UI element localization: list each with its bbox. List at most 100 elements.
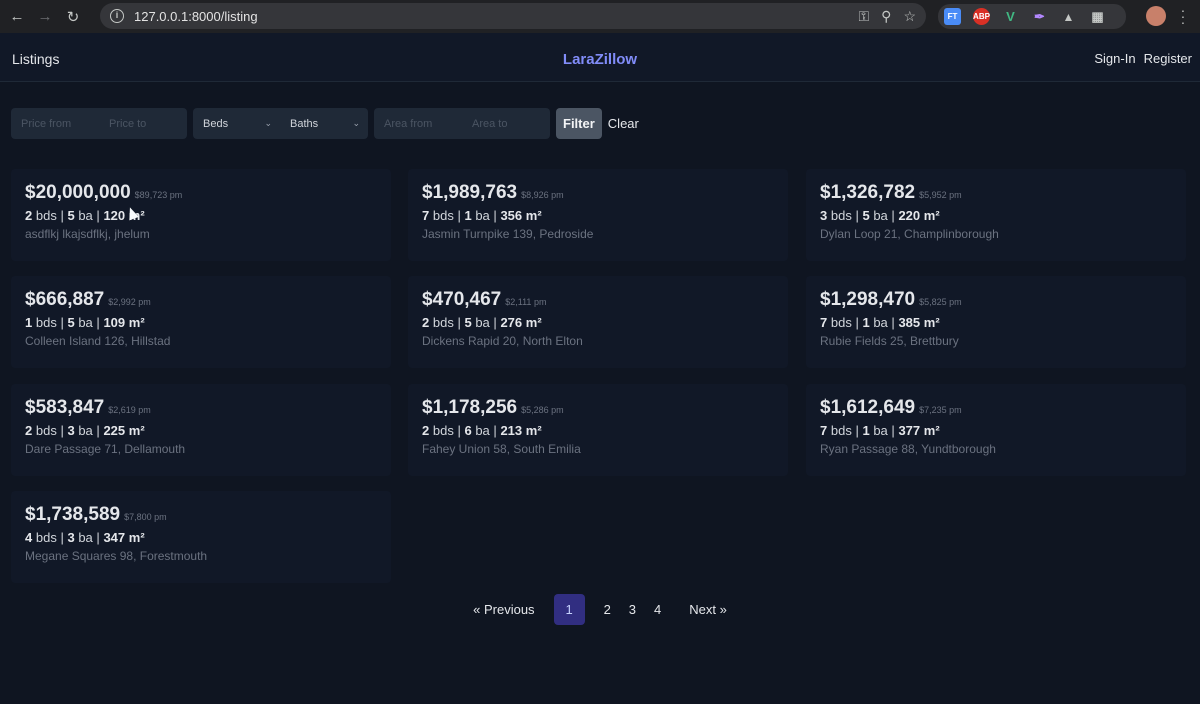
listing-address: Dickens Rapid 20, North Elton [422, 334, 583, 348]
listing-beds: 2 [25, 423, 33, 438]
listing-area: 377 [898, 423, 921, 438]
listing-baths: 5 [862, 208, 870, 223]
password-key-icon[interactable]: ⚿ [859, 8, 870, 25]
listing-card[interactable]: $1,612,649 $7,235 pm 7 bds | 1 ba | 377 m²… [806, 384, 1186, 476]
url-text[interactable]: 127.0.0.1:8000/listing [134, 9, 258, 24]
brand-logo[interactable]: LaraZillow [0, 51, 1200, 68]
baths-label: ba [873, 423, 888, 438]
listing-specs: 2 bds | 6 ba | 213 m² [422, 423, 774, 438]
tree-extension-icon[interactable]: ▲ [1060, 8, 1077, 25]
previous-page-link[interactable]: « Previous [464, 594, 543, 625]
area-unit: m² [525, 208, 542, 223]
listing-card[interactable]: $1,326,782 $5,952 pm 3 bds | 5 ba | 220 m²… [806, 169, 1186, 261]
listing-price: $1,612,649 [820, 397, 916, 418]
area-unit: m² [128, 423, 145, 438]
area-to-input[interactable] [462, 108, 550, 139]
listing-beds: 4 [25, 530, 33, 545]
separator: | [457, 315, 461, 330]
filter-button[interactable]: Filter [556, 108, 602, 139]
area-unit: m² [525, 423, 542, 438]
listing-card[interactable]: $666,887 $2,992 pm 1 bds | 5 ba | 109 m² Co… [11, 276, 391, 368]
separator: | [96, 315, 100, 330]
register-link[interactable]: Register [1144, 51, 1192, 66]
baths-label: ba [873, 315, 888, 330]
feather-extension-icon[interactable]: ✒ [1031, 8, 1048, 25]
listing-specs: 2 bds | 3 ba | 225 m² [25, 423, 377, 438]
vue-devtools-icon[interactable]: V [1002, 8, 1019, 25]
page-link-3[interactable]: 3 [620, 594, 645, 625]
listing-price: $20,000,000 [25, 182, 131, 203]
browser-menu-icon[interactable]: · · · [1180, 3, 1186, 29]
baths-label: ba [475, 423, 490, 438]
listing-beds: 2 [422, 423, 430, 438]
rooms-group: Beds ⌄ Baths ⌄ [193, 108, 368, 139]
beds-select-label: Beds [203, 117, 229, 130]
listing-address: Megane Squares 98, Forestmouth [25, 549, 208, 563]
back-icon[interactable]: ← [6, 6, 28, 28]
listing-baths: 1 [862, 315, 870, 330]
baths-label: ba [475, 208, 490, 223]
page-link-1[interactable]: 1 [553, 594, 585, 625]
beds-select[interactable]: Beds ⌄ [193, 108, 280, 139]
sign-in-link[interactable]: Sign-In [1094, 51, 1135, 66]
beds-label: bds [830, 423, 852, 438]
area-unit: m² [128, 530, 145, 545]
listing-card[interactable]: $20,000,000 $89,723 pm 2 bds | 5 ba | 120 … [11, 169, 391, 261]
listing-card[interactable]: $583,847 $2,619 pm 2 bds | 3 ba | 225 m² Da… [11, 384, 391, 476]
site-info-icon[interactable]: i [110, 9, 124, 23]
listing-address: Fahey Union 58, South Emilia [422, 442, 581, 456]
listing-price: $1,989,763 [422, 182, 518, 203]
listing-baths: 1 [862, 423, 870, 438]
separator: | [891, 423, 895, 438]
area-from-input[interactable] [374, 108, 462, 139]
listing-beds: 2 [422, 315, 430, 330]
extensions-puzzle-icon[interactable]: ▦ [1089, 8, 1106, 25]
address-bar[interactable]: i 127.0.0.1:8000/listing ⚿ ⚲ ☆ [100, 3, 926, 29]
price-from-input[interactable] [11, 108, 99, 139]
listing-baths: 6 [464, 423, 472, 438]
listing-address: Dare Passage 71, Dellamouth [25, 442, 186, 456]
beds-label: bds [830, 208, 852, 223]
ft-extension-icon[interactable]: FT [944, 8, 961, 25]
area-unit: m² [923, 315, 940, 330]
listing-beds: 7 [820, 315, 828, 330]
price-to-input[interactable] [99, 108, 187, 139]
listing-area: 213 [500, 423, 523, 438]
listing-card[interactable]: $1,738,589 $7,800 pm 4 bds | 3 ba | 347 m²… [11, 491, 391, 583]
baths-select[interactable]: Baths ⌄ [280, 108, 368, 139]
profile-avatar[interactable] [1146, 6, 1166, 26]
reload-icon[interactable]: ↻ [62, 6, 84, 28]
listing-address: Dylan Loop 21, Champlinborough [820, 227, 999, 241]
beds-label: bds [35, 315, 57, 330]
listing-beds: 2 [25, 208, 33, 223]
listing-address: Rubie Fields 25, Brettbury [820, 334, 959, 348]
area-unit: m² [923, 423, 940, 438]
page-link-2[interactable]: 2 [595, 594, 620, 625]
adblock-extension-icon[interactable]: ABP [973, 8, 990, 25]
listing-card[interactable]: $1,989,763 $8,926 pm 7 bds | 1 ba | 356 m²… [408, 169, 788, 261]
next-page-link[interactable]: Next » [680, 594, 736, 625]
separator: | [891, 315, 895, 330]
beds-label: bds [432, 423, 454, 438]
listing-specs: 2 bds | 5 ba | 276 m² [422, 315, 774, 330]
zoom-icon[interactable]: ⚲ [881, 8, 891, 25]
listing-price: $1,326,782 [820, 182, 916, 203]
listing-baths: 3 [67, 530, 75, 545]
baths-label: ba [78, 423, 93, 438]
clear-button[interactable]: Clear [608, 116, 639, 131]
listing-beds: 3 [820, 208, 828, 223]
forward-icon[interactable]: → [34, 6, 56, 28]
beds-label: bds [432, 315, 454, 330]
separator: | [493, 423, 497, 438]
listing-card[interactable]: $1,178,256 $5,286 pm 2 bds | 6 ba | 213 m²… [408, 384, 788, 476]
listing-card[interactable]: $470,467 $2,111 pm 2 bds | 5 ba | 276 m² Di… [408, 276, 788, 368]
listing-specs: 7 bds | 1 ba | 356 m² [422, 208, 774, 223]
separator: | [457, 208, 461, 223]
page-link-4[interactable]: 4 [645, 594, 670, 625]
listing-address: Jasmin Turnpike 139, Pedroside [422, 227, 594, 241]
listing-card[interactable]: $1,298,470 $5,825 pm 7 bds | 1 ba | 385 m²… [806, 276, 1186, 368]
listing-price: $583,847 [25, 397, 105, 418]
separator: | [855, 423, 859, 438]
separator: | [60, 208, 64, 223]
bookmark-star-icon[interactable]: ☆ [903, 8, 916, 25]
